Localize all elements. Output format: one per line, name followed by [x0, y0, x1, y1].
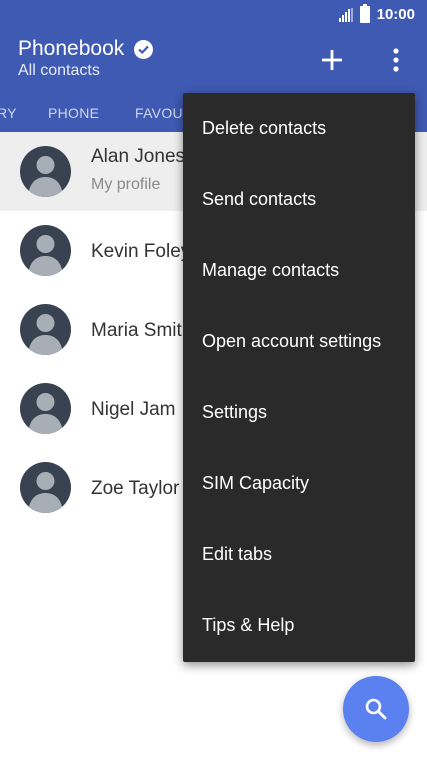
menu-item-tips-help[interactable]: Tips & Help	[183, 590, 415, 661]
contact-subtitle: My profile	[91, 176, 161, 193]
overflow-menu: Delete contacts Send contacts Manage con…	[183, 93, 415, 662]
person-icon	[28, 393, 63, 434]
menu-item-settings[interactable]: Settings	[183, 377, 415, 448]
avatar	[20, 146, 71, 197]
contact-name: Maria Smith	[91, 320, 193, 341]
battery-icon	[359, 4, 370, 23]
tab-history[interactable]: RY	[0, 105, 17, 121]
person-icon	[28, 156, 63, 197]
page-subtitle: All contacts	[18, 62, 100, 79]
menu-item-send-contacts[interactable]: Send contacts	[183, 164, 415, 235]
search-button[interactable]	[343, 676, 409, 742]
page-title: Phonebook	[18, 37, 125, 60]
tab-favourites[interactable]: FAVOU	[135, 105, 183, 121]
tab-phone[interactable]: PHONE	[48, 105, 99, 121]
contact-name: Nigel Jam	[91, 399, 176, 420]
title-row[interactable]: Phonebook	[18, 37, 154, 61]
contact-name: Kevin Foley	[91, 241, 191, 262]
avatar	[20, 304, 71, 355]
avatar	[20, 462, 71, 513]
menu-item-manage-contacts[interactable]: Manage contacts	[183, 235, 415, 306]
app-bar: Phonebook All contacts	[0, 32, 427, 94]
contact-name: Alan Jones	[91, 146, 186, 167]
search-icon	[365, 698, 387, 720]
status-bar: 10:00	[0, 0, 427, 32]
menu-item-edit-tabs[interactable]: Edit tabs	[183, 519, 415, 590]
person-icon	[28, 472, 63, 513]
menu-item-sim-capacity[interactable]: SIM Capacity	[183, 448, 415, 519]
person-icon	[28, 235, 63, 276]
menu-item-delete-contacts[interactable]: Delete contacts	[183, 93, 415, 164]
person-icon	[28, 314, 63, 355]
avatar	[20, 225, 71, 276]
status-icons: 10:00	[338, 4, 415, 23]
menu-item-open-account-settings[interactable]: Open account settings	[183, 306, 415, 377]
signal-icon	[338, 7, 353, 22]
overflow-menu-icon[interactable]	[384, 46, 408, 74]
avatar	[20, 383, 71, 434]
contact-name: Zoe Taylor	[91, 478, 180, 499]
add-icon[interactable]	[318, 46, 346, 74]
check-icon	[134, 39, 154, 59]
status-time: 10:00	[376, 6, 415, 23]
